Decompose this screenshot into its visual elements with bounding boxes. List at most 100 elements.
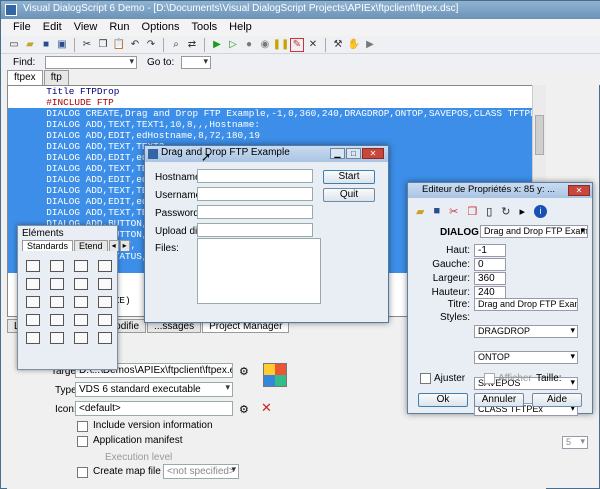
element-bitmap-icon[interactable] — [50, 332, 64, 344]
afficher-checkbox[interactable] — [484, 373, 495, 384]
save-all-icon[interactable]: ▣ — [55, 38, 69, 52]
dialog-select[interactable]: Drag and Drop FTP Example — [480, 225, 588, 238]
undo-icon[interactable]: ↶ — [128, 38, 142, 52]
element-frame-icon[interactable] — [74, 296, 88, 308]
ok-button[interactable]: Ok — [418, 393, 468, 407]
largeur-input[interactable]: 360 — [474, 272, 506, 285]
code-line[interactable]: DIALOG ADD,TEXT,TEXT1,10,8,,,Hostname: — [8, 119, 545, 130]
menu-view[interactable]: View — [68, 19, 104, 36]
haut-input[interactable]: -1 — [474, 244, 506, 257]
element-group-icon[interactable] — [98, 278, 112, 290]
icon-browse-icon[interactable]: ⚙ — [239, 403, 249, 416]
element-?!-icon[interactable] — [74, 260, 88, 272]
style-dragdrop[interactable]: DRAGDROP — [474, 325, 578, 338]
info-icon[interactable]: i — [534, 205, 548, 218]
element-combo-icon[interactable] — [74, 278, 88, 290]
replace-icon[interactable]: ⇄ — [185, 38, 199, 52]
target-browse-icon[interactable]: ⚙ — [239, 365, 249, 378]
username-input[interactable] — [197, 187, 313, 201]
element-shape-icon[interactable] — [74, 332, 88, 344]
element-list-icon[interactable] — [50, 278, 64, 290]
tab-standards[interactable]: Standards — [22, 240, 74, 251]
open-icon[interactable]: ▰ — [416, 205, 424, 218]
goto-input[interactable] — [181, 55, 211, 69]
run-icon[interactable]: ▶ — [210, 38, 224, 52]
exec-level-select[interactable]: <not specified> — [163, 464, 239, 479]
minimize-icon[interactable]: ▁ — [330, 148, 345, 159]
element-check-icon[interactable] — [50, 296, 64, 308]
include-version-checkbox[interactable] — [77, 421, 88, 432]
annuler-button[interactable]: Annuler — [474, 393, 524, 407]
app-manifest-checkbox[interactable] — [77, 436, 88, 447]
redo-icon[interactable]: ↷ — [144, 38, 158, 52]
refresh-icon[interactable]: ↻ — [501, 205, 510, 218]
arrow-right-icon[interactable]: ▸ — [520, 205, 526, 218]
copy-props-icon[interactable]: ❐ — [467, 205, 477, 218]
props-close-icon[interactable]: ✕ — [568, 185, 590, 196]
element-text-icon[interactable] — [26, 332, 40, 344]
cut-icon[interactable]: ✂ — [80, 38, 94, 52]
element-prog-icon[interactable] — [26, 314, 40, 326]
password-input[interactable] — [197, 205, 313, 219]
step-icon[interactable]: ◉ — [258, 38, 272, 52]
stop-icon[interactable]: ● — [242, 38, 256, 52]
dialog-editor-icon[interactable]: ✎ — [290, 37, 304, 52]
run-debug-icon[interactable]: ▷ — [226, 38, 240, 52]
element-edit-icon[interactable] — [26, 278, 40, 290]
save-icon[interactable]: ■ — [39, 38, 53, 52]
tab-etend[interactable]: Etend — [74, 240, 108, 251]
maximize-icon[interactable]: □ — [346, 148, 361, 159]
style-ontop[interactable]: ONTOP — [474, 351, 578, 364]
hostname-input[interactable] — [197, 169, 313, 183]
page-icon[interactable]: ▯ — [486, 205, 492, 218]
gauche-input[interactable]: 0 — [474, 258, 506, 271]
element-radio-icon[interactable] — [26, 296, 40, 308]
menu-file[interactable]: File — [7, 19, 37, 36]
menu-help[interactable]: Help — [223, 19, 258, 36]
tool-icon[interactable]: ⚒ — [331, 38, 345, 52]
tab-ftpex[interactable]: ftpex — [7, 70, 43, 85]
find-input[interactable] — [45, 55, 137, 69]
code-line[interactable]: DIALOG ADD,EDIT,edHostname,8,72,180,19 — [8, 130, 545, 141]
start-button[interactable]: Start — [323, 170, 375, 184]
element-img-icon[interactable] — [98, 260, 112, 272]
code-line[interactable]: Title FTPDrop — [8, 86, 545, 97]
copy-icon[interactable]: ❐ — [96, 38, 110, 52]
aide-button[interactable]: Aide — [532, 393, 582, 407]
play-small-icon[interactable]: ▶ — [363, 38, 377, 52]
icon-clear-icon[interactable]: ✕ — [261, 400, 272, 416]
menu-edit[interactable]: Edit — [37, 19, 68, 36]
close-icon[interactable]: ✕ — [306, 38, 320, 52]
code-line[interactable]: #INCLUDE FTP — [8, 97, 545, 108]
close-window-icon[interactable]: ✕ — [362, 148, 384, 159]
new-file-icon[interactable]: ▭ — [7, 38, 21, 52]
titre-input[interactable]: Drag and Drop FTP Example — [474, 298, 578, 311]
paste-icon[interactable]: 📋 — [112, 38, 126, 52]
taille-select[interactable]: 5 — [562, 436, 588, 449]
icon-field[interactable]: <default> — [75, 401, 233, 416]
find-icon[interactable]: ⌕ — [169, 38, 183, 52]
element-sep-icon[interactable] — [98, 332, 112, 344]
menu-options[interactable]: Options — [136, 19, 186, 36]
quit-button[interactable]: Quit — [323, 188, 375, 202]
open-folder-icon[interactable]: ▰ — [23, 38, 37, 52]
files-list[interactable] — [197, 238, 321, 304]
element-scroll-icon[interactable] — [98, 314, 112, 326]
element-panel-icon[interactable] — [98, 296, 112, 308]
tab-scroll-right[interactable]: ▸ — [119, 240, 130, 251]
element-doc-icon[interactable] — [50, 260, 64, 272]
element-ok-icon[interactable] — [26, 260, 40, 272]
tab-ftp[interactable]: ftp — [43, 70, 69, 85]
code-line[interactable]: DIALOG CREATE,Drag and Drop FTP Example,… — [8, 108, 545, 119]
ajuster-checkbox[interactable] — [420, 373, 431, 384]
save-props-icon[interactable]: ■ — [433, 205, 440, 218]
type-select[interactable]: VDS 6 standard executable — [75, 382, 233, 397]
element-track-icon[interactable] — [50, 314, 64, 326]
hand-icon[interactable]: ✋ — [347, 38, 361, 52]
create-map-checkbox[interactable] — [77, 467, 88, 478]
upload-dir-input[interactable] — [197, 223, 313, 237]
tab-scroll-left[interactable]: ◂ — [108, 240, 119, 251]
menu-tools[interactable]: Tools — [185, 19, 223, 36]
element-tab-icon[interactable] — [74, 314, 88, 326]
pause-icon[interactable]: ❚❚ — [273, 38, 290, 52]
